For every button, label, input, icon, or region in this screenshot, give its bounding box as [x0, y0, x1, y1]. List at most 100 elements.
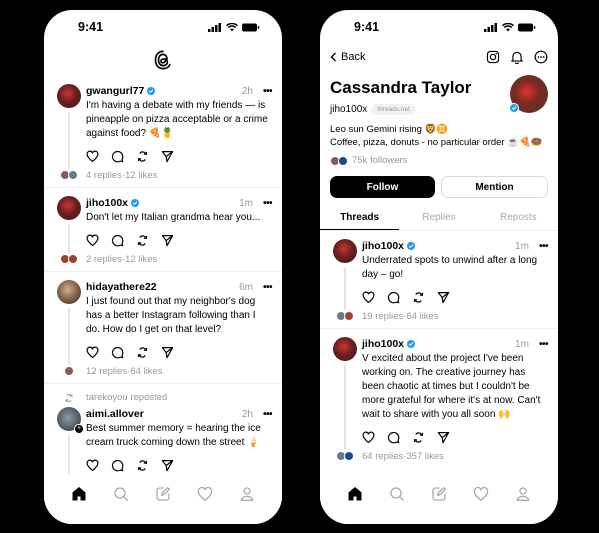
repost-icon[interactable] [136, 459, 149, 472]
profile-avatar[interactable] [509, 75, 548, 113]
compose-icon[interactable] [155, 486, 171, 502]
repost-icon[interactable] [412, 431, 425, 444]
signal-icon [484, 22, 497, 32]
repost-icon[interactable] [136, 150, 149, 163]
tab-threads[interactable]: Threads [320, 206, 400, 230]
post-time: 1m [515, 240, 529, 252]
share-icon[interactable] [161, 346, 174, 359]
search-icon[interactable] [113, 486, 129, 502]
like-icon[interactable] [86, 346, 99, 358]
post-meta: 12 replies · 64 likes [52, 365, 272, 383]
activity-heart-icon[interactable] [197, 486, 213, 501]
comment-icon[interactable] [111, 150, 124, 163]
like-icon[interactable] [86, 234, 99, 246]
repost-icon[interactable] [136, 234, 149, 247]
replies-count[interactable]: 4 replies [86, 170, 122, 181]
wifi-icon [226, 22, 238, 31]
followers-row[interactable]: 75k followers [320, 149, 558, 166]
threads-logo[interactable] [44, 44, 282, 76]
profile-icon[interactable] [515, 486, 531, 502]
phone-home-feed: 9:41 gwangurl77 2h ••• I'm having a deba… [44, 10, 282, 524]
thread-line [68, 308, 70, 365]
post-time: 1m [239, 197, 253, 209]
replies-count[interactable]: 19 replies [362, 311, 403, 322]
replies-count[interactable]: 2 replies [86, 254, 122, 265]
threads-logo-icon [154, 50, 171, 70]
like-icon[interactable] [362, 291, 375, 303]
feed-post[interactable]: jiho100x 1m ••• Don't let my Italian gra… [44, 188, 282, 272]
post-username[interactable]: aimi.allover [86, 408, 144, 420]
likes-count[interactable]: 12 likes [125, 254, 157, 265]
avatar[interactable] [333, 337, 357, 361]
post-username[interactable]: hidayathere22 [86, 281, 157, 293]
post-username[interactable]: jiho100x [86, 197, 128, 209]
profile-icon[interactable] [239, 486, 255, 502]
bell-icon[interactable] [510, 50, 524, 64]
likes-count[interactable]: 64 likes [130, 366, 162, 377]
tab-replies[interactable]: Replies [399, 206, 478, 230]
likes-count[interactable]: 64 likes [406, 311, 438, 322]
like-icon[interactable] [86, 459, 99, 471]
post-actions [86, 233, 272, 247]
avatar[interactable] [57, 84, 81, 108]
likes-count[interactable]: 357 likes [406, 451, 444, 462]
follow-button[interactable]: Follow [330, 176, 435, 198]
share-icon[interactable] [437, 431, 450, 444]
repost-icon[interactable] [136, 346, 149, 359]
feed-post[interactable]: hidayathere22 6m ••• I just found out th… [44, 272, 282, 384]
replier-avatars [52, 170, 86, 180]
post-username[interactable]: gwangurl77 [86, 85, 144, 97]
post-text: I just found out that my neighbor's dog … [86, 296, 256, 335]
avatar[interactable]: + [57, 407, 84, 434]
more-options-icon[interactable]: ••• [263, 282, 273, 293]
post-username[interactable]: jiho100x [362, 338, 404, 350]
replier-avatars [328, 311, 362, 321]
comment-icon[interactable] [387, 431, 400, 444]
more-options-icon[interactable]: ••• [263, 86, 273, 97]
post-username[interactable]: jiho100x [362, 240, 404, 252]
follow-plus-icon[interactable]: + [74, 424, 84, 434]
avatar[interactable] [333, 239, 357, 263]
avatar[interactable] [57, 196, 81, 220]
comment-icon[interactable] [387, 291, 400, 304]
repost-icon[interactable] [412, 291, 425, 304]
tab-reposts[interactable]: Reposts [479, 206, 558, 230]
share-icon[interactable] [437, 291, 450, 304]
replies-count[interactable]: 64 replies [362, 451, 403, 462]
instagram-icon[interactable] [486, 50, 500, 64]
feed-post[interactable]: gwangurl77 2h ••• I'm having a debate wi… [44, 76, 282, 188]
status-bar: 9:41 [44, 10, 282, 44]
verified-badge-icon [407, 242, 416, 250]
verified-badge-icon [407, 340, 416, 348]
more-options-icon[interactable]: ••• [263, 198, 273, 209]
comment-icon[interactable] [111, 459, 124, 472]
profile-post[interactable]: jiho100x 1m ••• Underrated spots to unwi… [320, 231, 558, 329]
more-options-icon[interactable]: ••• [539, 339, 549, 350]
domain-pill[interactable]: threads.net [371, 104, 416, 115]
comment-icon[interactable] [111, 234, 124, 247]
profile-post[interactable]: jiho100x 1m ••• V excited about the proj… [320, 329, 558, 468]
like-icon[interactable] [362, 431, 375, 443]
home-icon[interactable] [347, 486, 363, 502]
phone-profile: 9:41 Back Cassandra Taylor jiho100x thre… [320, 10, 558, 524]
search-icon[interactable] [389, 486, 405, 502]
home-icon[interactable] [71, 486, 87, 502]
more-options-icon[interactable]: ••• [539, 241, 549, 252]
more-options-circle-icon[interactable] [534, 50, 548, 64]
share-icon[interactable] [161, 459, 174, 472]
activity-heart-icon[interactable] [473, 486, 489, 501]
avatar[interactable] [57, 280, 81, 304]
compose-icon[interactable] [431, 486, 447, 502]
more-options-icon[interactable]: ••• [263, 409, 273, 420]
share-icon[interactable] [161, 150, 174, 163]
mention-button[interactable]: Mention [441, 176, 548, 198]
replies-count[interactable]: 12 replies [86, 366, 127, 377]
post-meta: 64 replies · 357 likes [328, 450, 548, 468]
back-button[interactable]: Back [330, 51, 365, 63]
repost-note-text[interactable]: tarekoyou reposted [86, 392, 167, 403]
like-icon[interactable] [86, 150, 99, 162]
post-meta: 4 replies · 12 likes [52, 169, 272, 187]
likes-count[interactable]: 12 likes [125, 170, 157, 181]
comment-icon[interactable] [111, 346, 124, 359]
share-icon[interactable] [161, 234, 174, 247]
